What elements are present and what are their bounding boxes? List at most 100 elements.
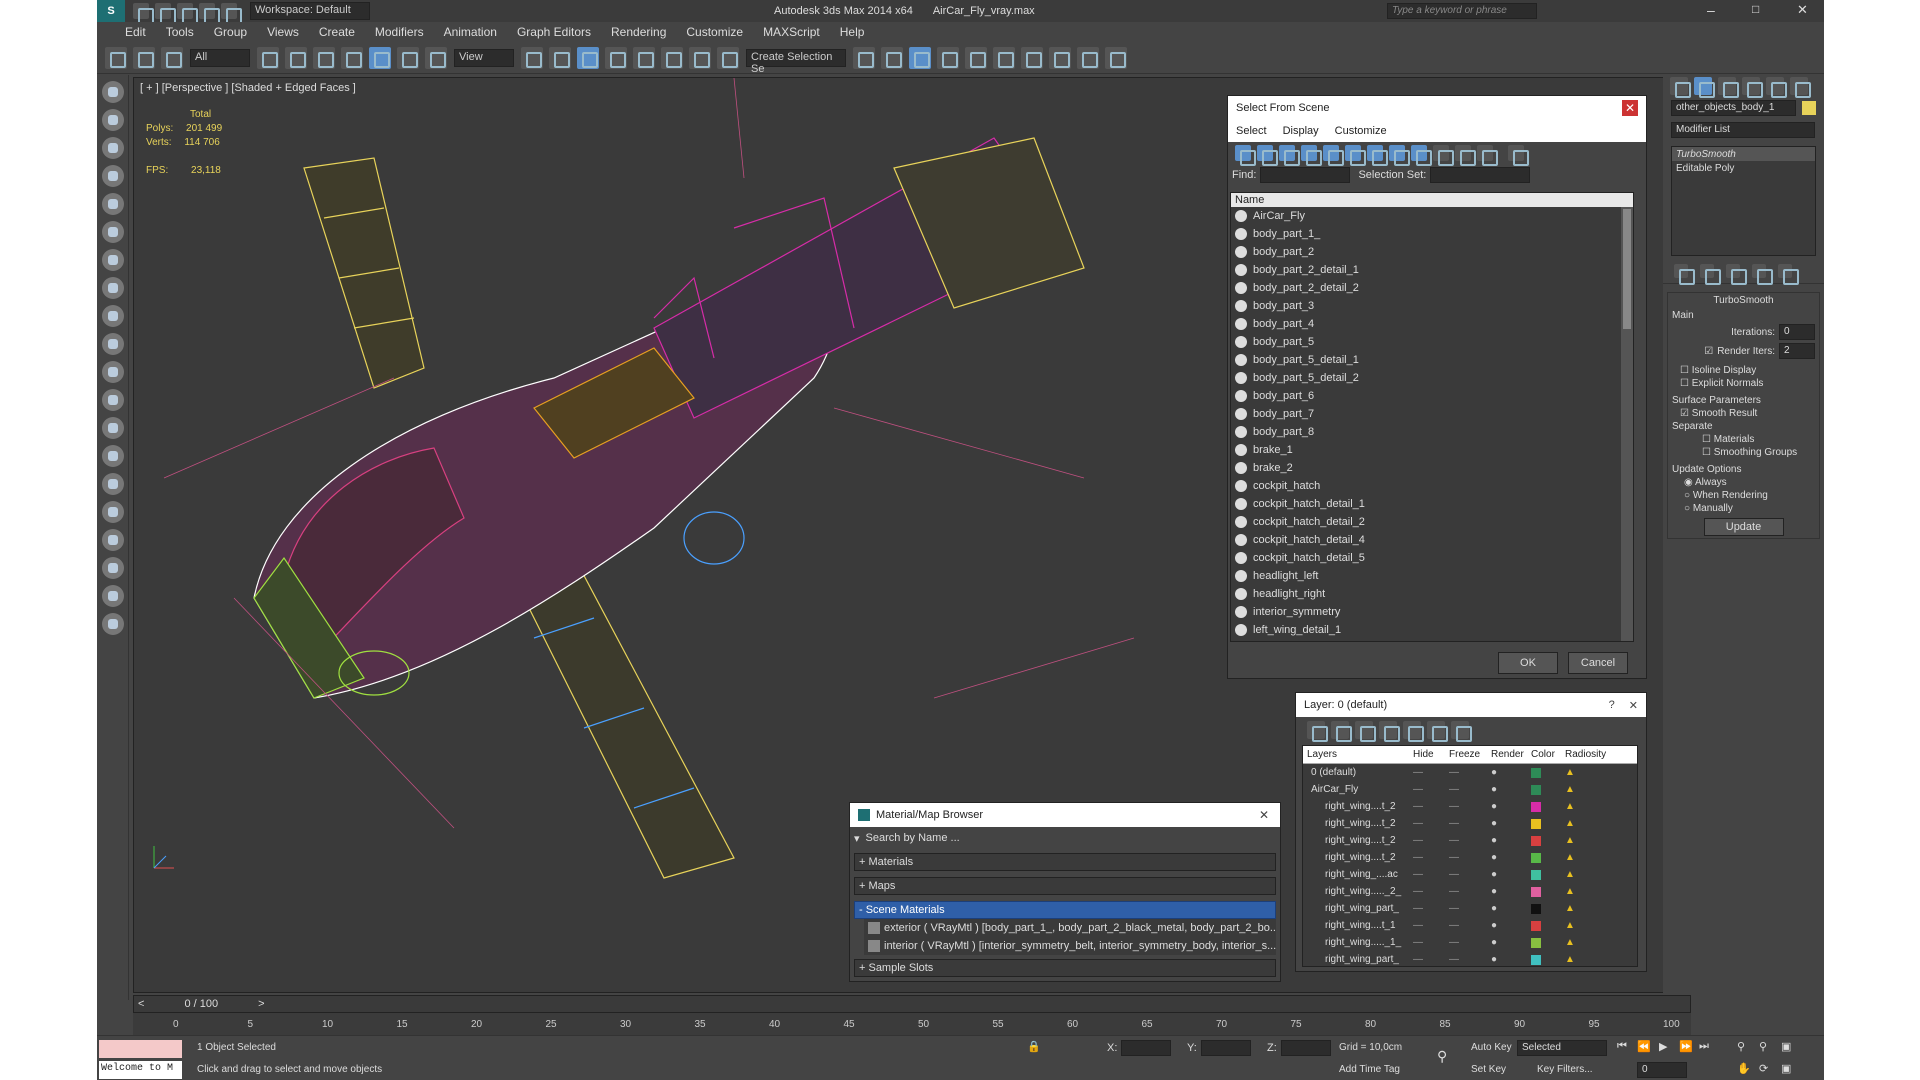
hide-toggle[interactable]: — [1413, 818, 1449, 829]
create-layer-icon[interactable] [1307, 721, 1328, 742]
display-cameras-icon[interactable] [1301, 145, 1322, 166]
reference-coord-select[interactable]: View [454, 48, 514, 67]
list-item[interactable]: body_part_2_detail_2 [1231, 279, 1633, 297]
display-helpers-icon[interactable] [1323, 145, 1344, 166]
filter-icon[interactable] [1508, 145, 1529, 166]
go-to-end-icon[interactable]: ⏭ [1699, 1040, 1709, 1053]
redo-icon[interactable] [221, 3, 242, 24]
save-file-icon[interactable] [177, 3, 198, 24]
key-icon[interactable]: ⚲ [1437, 1048, 1447, 1065]
tool-14-icon[interactable] [102, 445, 124, 467]
mirror-icon[interactable] [853, 46, 875, 69]
menu-customize[interactable]: Customize [1335, 125, 1387, 137]
remove-modifier-icon[interactable] [1752, 264, 1773, 285]
layer-list[interactable]: Layers Hide Freeze Render Color Radiosit… [1302, 745, 1638, 967]
layer-color-swatch[interactable] [1531, 818, 1541, 829]
section-materials[interactable]: + Materials [854, 853, 1276, 871]
select-object-icon[interactable] [257, 46, 279, 69]
section-maps[interactable]: + Maps [854, 877, 1276, 895]
select-move-icon[interactable] [369, 46, 391, 69]
list-item[interactable]: headlight_left [1231, 567, 1633, 585]
menu-edit[interactable]: Edit [125, 25, 146, 39]
layer-row[interactable]: right_wing....t_2— — ● ▲ [1303, 798, 1637, 815]
hide-toggle[interactable]: — [1413, 869, 1449, 880]
list-scrollbar[interactable] [1621, 207, 1633, 641]
tool-15-icon[interactable] [102, 473, 124, 495]
layer-row[interactable]: right_wing....t_2— — ● ▲ [1303, 849, 1637, 866]
layer-color-swatch[interactable] [1531, 903, 1541, 914]
display-shapes-icon[interactable] [1257, 145, 1278, 166]
edit-named-selection-icon[interactable] [717, 46, 739, 69]
render-toggle-icon[interactable]: ● [1491, 801, 1531, 812]
hide-toggle[interactable]: — [1413, 954, 1449, 965]
column-hide[interactable]: Hide [1413, 749, 1449, 760]
manually-radio[interactable]: ○ [1684, 503, 1690, 514]
select-rotate-icon[interactable] [397, 46, 419, 69]
maxscript-listener[interactable]: Welcome to M [99, 1061, 182, 1079]
tool-16-icon[interactable] [102, 501, 124, 523]
search-options-icon[interactable]: ▾ [854, 832, 860, 845]
layer-color-swatch[interactable] [1531, 852, 1541, 863]
layer-row[interactable]: right_wing....._1_ — — ● ▲ [1303, 934, 1637, 951]
radiosity-icon[interactable]: ▲ [1565, 954, 1575, 965]
tool-10-icon[interactable] [102, 333, 124, 355]
material-editor-icon[interactable] [1021, 46, 1043, 69]
radiosity-icon[interactable]: ▲ [1565, 886, 1575, 897]
time-slider-frame[interactable]: 0 / 100 [184, 998, 218, 1010]
hide-toggle[interactable]: — [1413, 852, 1449, 863]
cancel-button[interactable]: Cancel [1568, 652, 1628, 674]
freeze-all-layers-icon[interactable] [1451, 721, 1472, 742]
stack-item-turbosmooth[interactable]: TurboSmooth [1672, 147, 1815, 161]
tool-19-icon[interactable] [102, 585, 124, 607]
scene-object-list[interactable]: Name AirCar_Fly body_part_1_ body_part_2… [1230, 192, 1634, 642]
hide-toggle[interactable]: — [1413, 886, 1449, 897]
list-item[interactable]: cockpit_hatch_detail_5 [1231, 549, 1633, 567]
layer-row[interactable]: right_wing....t_2— — ● ▲ [1303, 815, 1637, 832]
freeze-toggle[interactable]: — [1449, 818, 1491, 829]
display-lights-icon[interactable] [1279, 145, 1300, 166]
freeze-toggle[interactable]: — [1449, 869, 1491, 880]
layer-color-swatch[interactable] [1531, 869, 1541, 880]
ok-button[interactable]: OK [1498, 652, 1558, 674]
scene-material-item[interactable]: exterior ( VRayMtl ) [body_part_1_, body… [864, 919, 1276, 937]
freeze-toggle[interactable]: — [1449, 852, 1491, 863]
radiosity-icon[interactable]: ▲ [1565, 818, 1575, 829]
link-icon[interactable] [105, 46, 127, 69]
radiosity-icon[interactable]: ▲ [1565, 903, 1575, 914]
list-item[interactable]: body_part_5_detail_1 [1231, 351, 1633, 369]
menu-group[interactable]: Group [214, 25, 247, 39]
hide-toggle[interactable]: — [1413, 784, 1449, 795]
column-radiosity[interactable]: Radiosity [1565, 749, 1606, 760]
freeze-toggle[interactable]: — [1449, 767, 1491, 778]
object-color-swatch[interactable] [1802, 101, 1816, 115]
list-item[interactable]: body_part_6 [1231, 387, 1633, 405]
rect-selection-icon[interactable] [313, 46, 335, 69]
y-coord-input[interactable] [1201, 1040, 1251, 1056]
hierarchy-tab-icon[interactable] [1718, 77, 1739, 98]
list-item[interactable]: brake_2 [1231, 459, 1633, 477]
modify-tab-icon[interactable] [1694, 77, 1715, 98]
hide-toggle[interactable]: — [1413, 903, 1449, 914]
list-header-name[interactable]: Name [1231, 193, 1633, 207]
list-item[interactable]: headlight_right [1231, 585, 1633, 603]
tool-4-icon[interactable] [102, 165, 124, 187]
add-time-tag[interactable]: Add Time Tag [1339, 1064, 1400, 1075]
close-icon[interactable]: ✕ [1797, 2, 1808, 18]
display-groups-icon[interactable] [1367, 145, 1388, 166]
radiosity-icon[interactable]: ▲ [1565, 920, 1575, 931]
hide-toggle[interactable]: — [1413, 937, 1449, 948]
menu-animation[interactable]: Animation [444, 25, 497, 39]
highlight-layer-icon[interactable] [1403, 721, 1424, 742]
list-item[interactable]: body_part_5 [1231, 333, 1633, 351]
menu-customize[interactable]: Customize [686, 25, 743, 39]
menu-display[interactable]: Display [1283, 125, 1319, 137]
key-filters-button[interactable]: Key Filters... [1537, 1064, 1593, 1075]
render-iters-checkbox[interactable]: ☑ [1704, 346, 1713, 357]
angle-snap-icon[interactable] [633, 46, 655, 69]
object-name-input[interactable]: other_objects_body_1 [1671, 100, 1797, 116]
selected-dropdown[interactable]: Selected [1517, 1040, 1607, 1056]
workspace-select[interactable]: Workspace: Default [250, 2, 370, 20]
minimize-icon[interactable]: – [1707, 2, 1715, 18]
delete-layer-icon[interactable] [1331, 721, 1352, 742]
iterations-spinner[interactable]: 0 [1779, 324, 1815, 340]
